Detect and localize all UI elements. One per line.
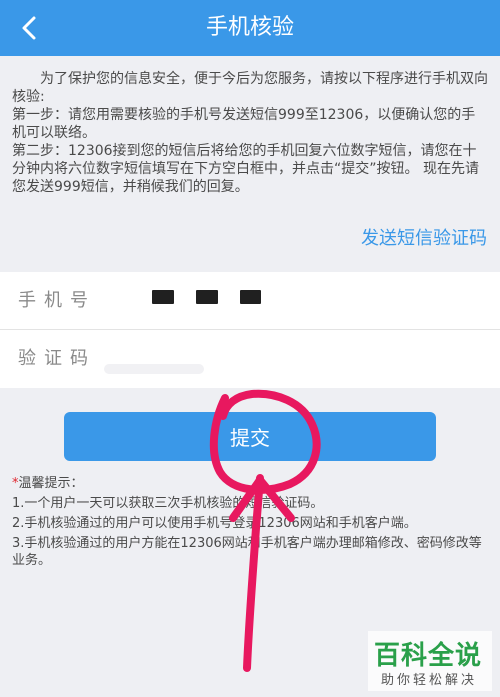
watermark-logo: 百科全说 助你轻松解决: [368, 631, 492, 691]
tip-item: 3.手机核验通过的用户方能在12306网站和手机客户端办理邮箱修改、密码修改等业…: [12, 536, 482, 568]
code-row: 验证码: [0, 330, 500, 388]
phone-row: 手机号: [0, 272, 500, 330]
redaction-block: [152, 290, 174, 304]
watermark-subtitle: 助你轻松解决: [381, 673, 478, 688]
watermark-title: 百科全说: [374, 641, 483, 671]
code-label: 验证码: [18, 348, 96, 369]
instructions-step-1: 第一步：请您用需要核验的手机号发送短信999至12306，以便确认您的手机可以联…: [12, 107, 476, 141]
tips-section: *温馨提示： 1.一个用户一天可以获取三次手机核验的短信验证码。 2.手机核验通…: [12, 475, 494, 569]
verification-code-input[interactable]: [110, 338, 480, 380]
phone-label: 手机号: [18, 290, 96, 311]
instructions-intro: 为了保护您的信息安全，便于今后为您服务，请按以下程序进行手机双向核验:: [12, 71, 488, 105]
tips-title: 温馨提示：: [18, 476, 84, 491]
instructions: 为了保护您的信息安全，便于今后为您服务，请按以下程序进行手机双向核验: 第一步：…: [12, 70, 488, 196]
tip-item: 1.一个用户一天可以获取三次手机核验的短信验证码。: [12, 496, 324, 511]
redaction-block: [196, 290, 218, 304]
tip-item: 2.手机核验通过的用户可以使用手机号登录12306网站和手机客户端。: [12, 516, 417, 531]
verification-form: 手机号 验证码: [0, 272, 500, 388]
tips-heading: *温馨提示：: [12, 475, 494, 492]
navigation-bar: 手机核验: [0, 0, 500, 56]
page-title: 手机核验: [205, 15, 294, 40]
submit-button[interactable]: 提交: [64, 412, 436, 461]
instructions-step-2: 第二步：12306接到您的短信后将给您的手机回复六位数字短信，请您在十分钟内将六…: [12, 143, 479, 195]
send-sms-code-link[interactable]: 发送短信验证码: [361, 224, 487, 250]
redaction-block: [240, 290, 261, 304]
